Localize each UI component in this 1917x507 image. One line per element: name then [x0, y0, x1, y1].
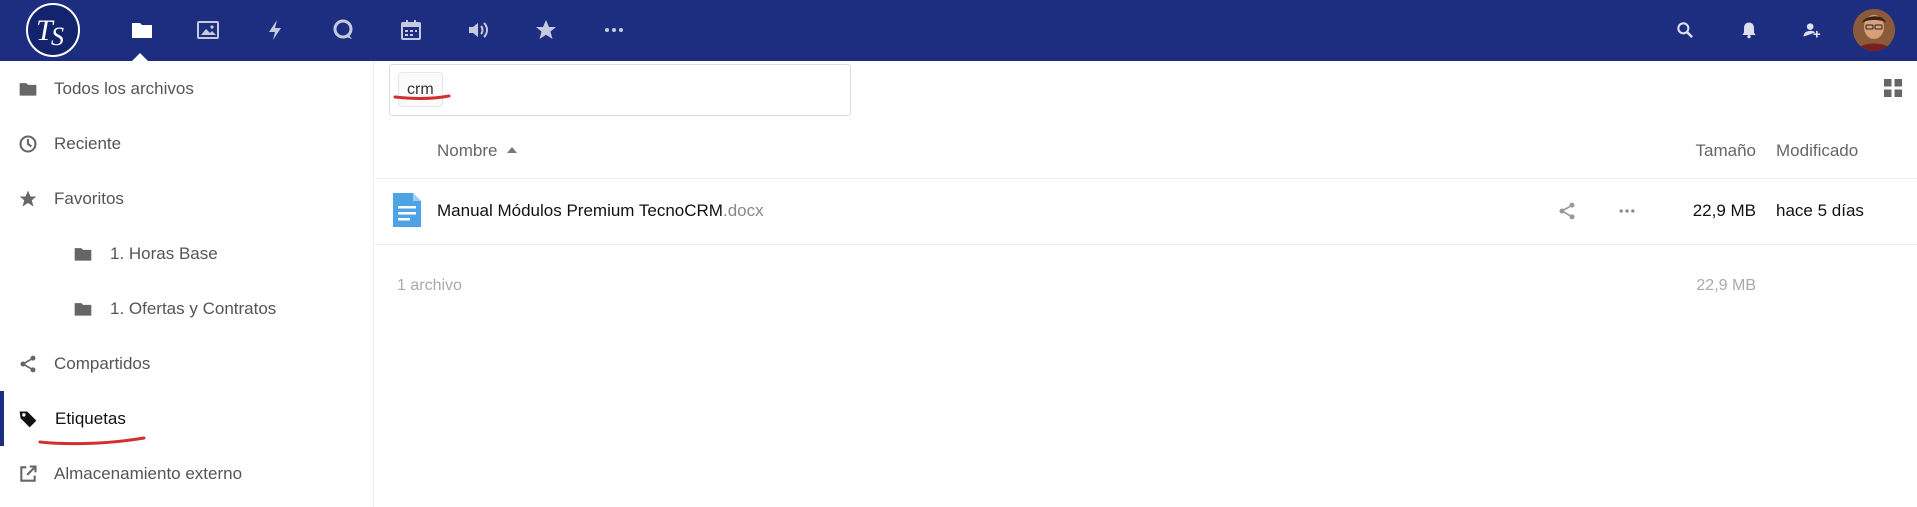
external-link-icon: [17, 463, 39, 485]
sidebar-item-label: Favoritos: [54, 188, 124, 208]
clock-icon: [17, 133, 39, 155]
sidebar-item-label: Etiquetas: [55, 408, 126, 428]
sidebar-item-all-files[interactable]: Todos los archivos: [0, 61, 373, 116]
file-extension: .docx: [722, 201, 764, 220]
sidebar-item-recent[interactable]: Reciente: [0, 116, 373, 171]
tag-filter-box[interactable]: crm: [389, 64, 851, 116]
files-main: crm Nombre Tamaño Modificado Manual Módu…: [375, 61, 1917, 507]
file-name[interactable]: Manual Módulos Premium TecnoCRM.docx: [437, 201, 764, 221]
row-divider: [375, 244, 1917, 245]
column-header-name-label: Nombre: [437, 141, 498, 160]
logo[interactable]: T S: [26, 3, 80, 57]
sidebar-item-external-storage[interactable]: Almacenamiento externo: [0, 446, 373, 501]
activity-icon[interactable]: [258, 12, 294, 48]
sidebar-item-label: 1. Ofertas y Contratos: [110, 298, 277, 318]
sidebar-item-favorite-folder[interactable]: 1. Ofertas y Contratos: [0, 281, 373, 336]
column-header-name[interactable]: Nombre: [437, 141, 518, 161]
search-icon[interactable]: [1670, 15, 1700, 45]
avatar[interactable]: [1853, 9, 1895, 51]
photos-icon[interactable]: [190, 12, 226, 48]
audio-icon[interactable]: [460, 12, 496, 48]
sidebar-item-label: Todos los archivos: [54, 78, 194, 98]
file-size: 22,9 MB: [1692, 201, 1756, 220]
file-modified: hace 5 días: [1776, 201, 1864, 220]
document-icon: [393, 193, 421, 227]
more-apps-icon[interactable]: [596, 12, 632, 48]
sidebar-item-label: Compartidos: [54, 353, 151, 373]
tag-filter-input[interactable]: [460, 71, 840, 109]
favorites-icon[interactable]: [528, 12, 564, 48]
share-icon[interactable]: [1555, 199, 1579, 223]
more-actions-icon[interactable]: [1615, 199, 1639, 223]
column-header-modified[interactable]: Modificado: [1776, 141, 1858, 161]
svg-text:S: S: [51, 22, 64, 51]
app-navigation: Todos los archivos Reciente Favoritos 1.…: [0, 61, 374, 507]
summary-total-size: 22,9 MB: [1696, 277, 1756, 294]
calendar-icon[interactable]: [393, 12, 429, 48]
grid-view-icon[interactable]: [1881, 76, 1905, 100]
sidebar-item-favorite-folder[interactable]: 1. Horas Base: [0, 226, 373, 281]
summary-file-count: 1 archivo: [397, 277, 462, 294]
red-underline-annotation: [38, 436, 146, 446]
sidebar-item-label: Almacenamiento externo: [54, 463, 243, 483]
logo-mark: T S: [36, 14, 64, 51]
active-app-caret: [132, 53, 148, 61]
tag-icon: [17, 408, 39, 430]
top-header-bar: T S: [0, 0, 1917, 61]
files-icon[interactable]: [124, 12, 160, 48]
table-row[interactable]: Manual Módulos Premium TecnoCRM.docx 22,…: [375, 179, 1917, 244]
star-icon: [17, 188, 39, 210]
sidebar-item-label: 1. Horas Base: [110, 243, 218, 263]
sidebar-item-shared[interactable]: Compartidos: [0, 336, 373, 391]
sidebar-item-label: Reciente: [54, 133, 122, 153]
talk-icon[interactable]: [325, 12, 361, 48]
sort-ascending-icon: [507, 146, 518, 153]
notifications-icon[interactable]: [1734, 15, 1764, 45]
folder-icon: [72, 243, 94, 265]
folder-icon: [17, 78, 39, 100]
column-header-size[interactable]: Tamaño: [1652, 141, 1756, 161]
sidebar-item-favorites[interactable]: Favoritos: [0, 171, 373, 226]
folder-icon: [72, 298, 94, 320]
share-icon: [17, 353, 39, 375]
file-basename: Manual Módulos Premium TecnoCRM: [437, 201, 723, 220]
contacts-icon[interactable]: [1796, 15, 1826, 45]
red-underline-annotation: [393, 94, 451, 100]
